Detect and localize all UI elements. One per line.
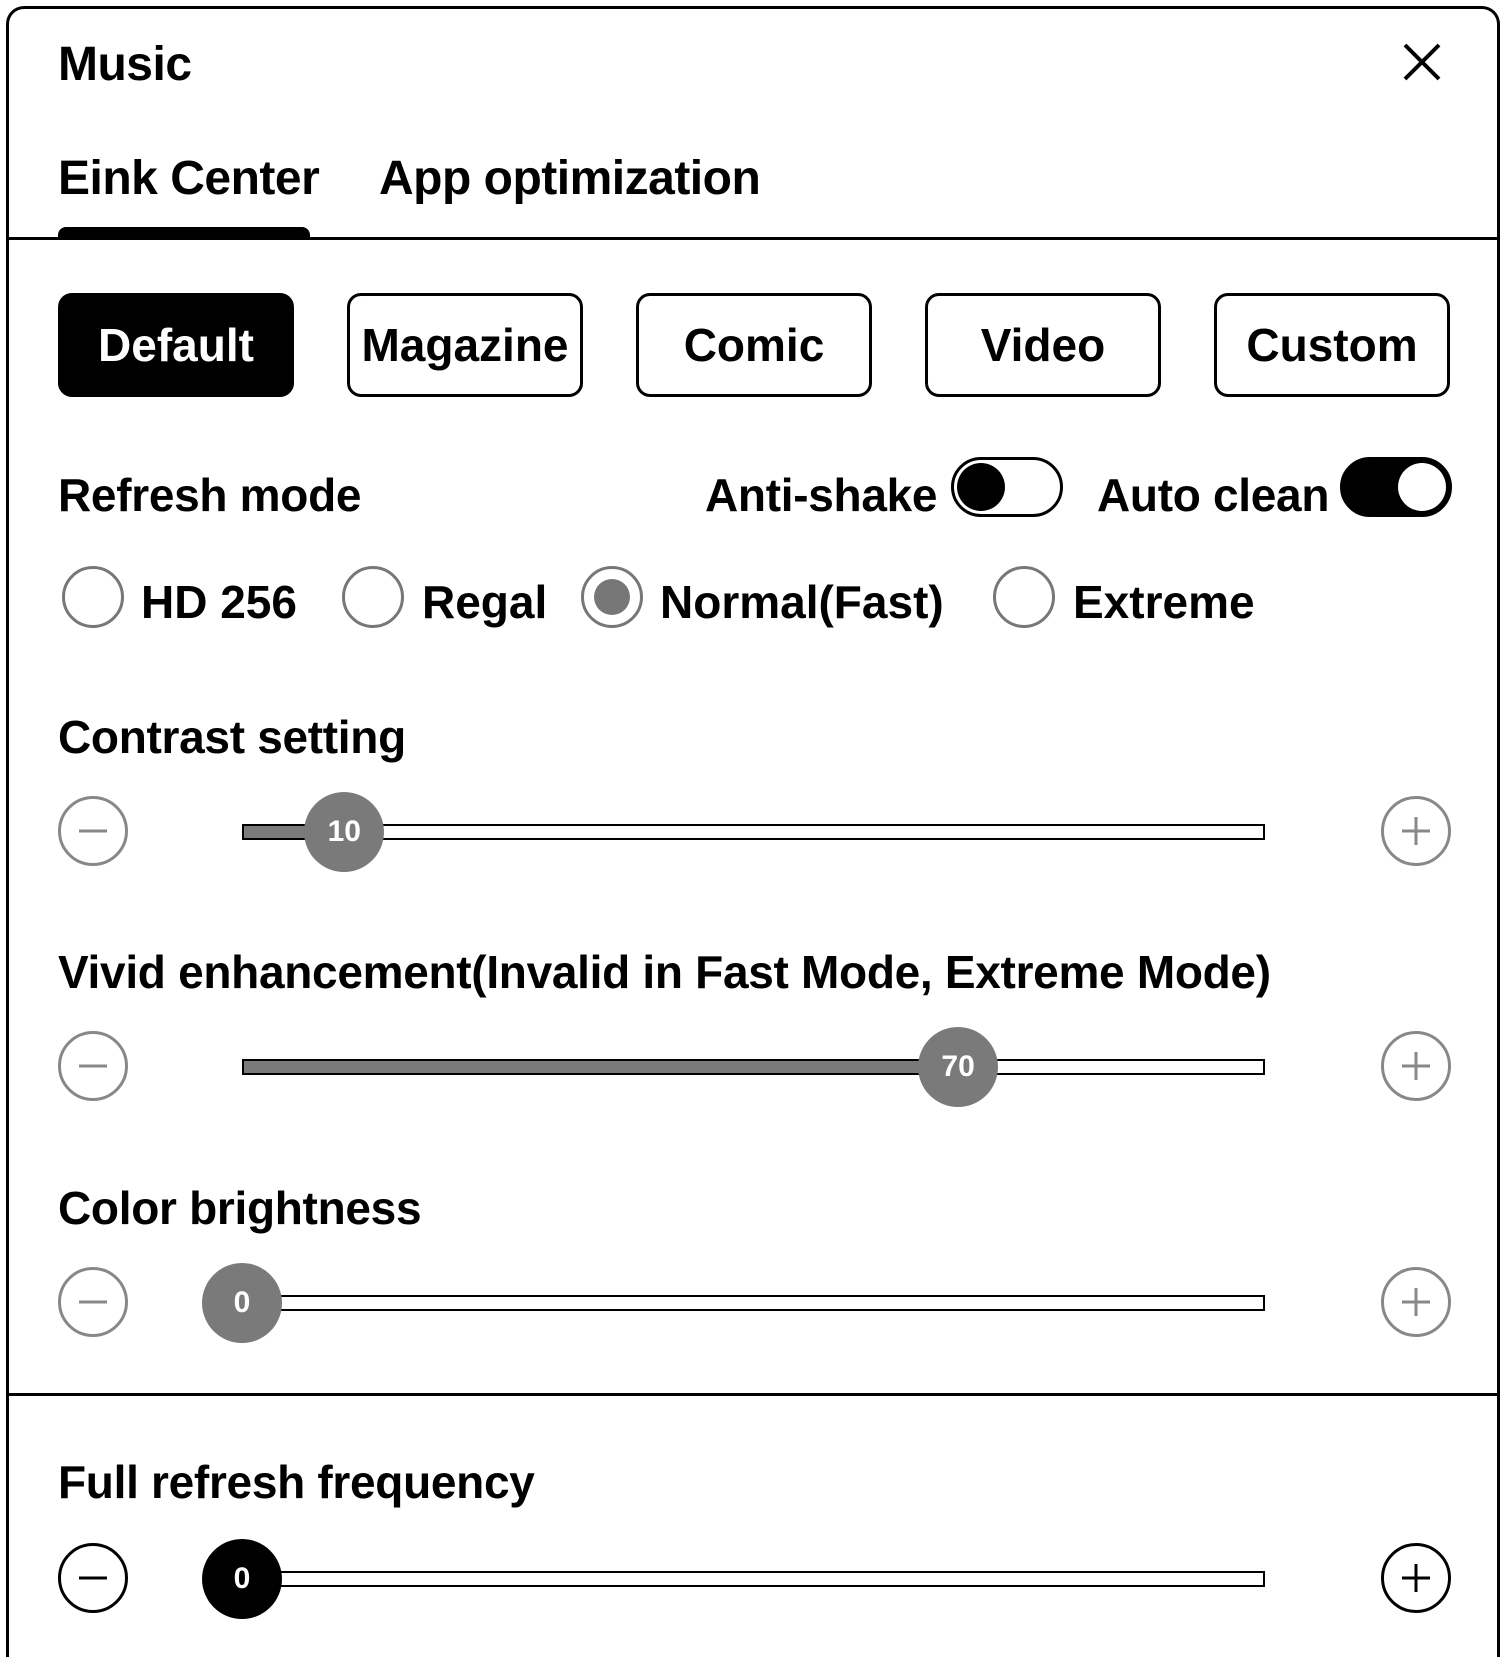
close-icon <box>1403 43 1441 81</box>
radio-regal[interactable] <box>342 566 404 628</box>
contrast-setting-label: Contrast setting <box>58 711 406 763</box>
preset-video-button[interactable]: Video <box>925 293 1161 397</box>
eink-settings-dialog: Music Eink Center App optimization Defau… <box>6 6 1500 1657</box>
plus-icon <box>1402 1052 1430 1080</box>
color-brightness-label: Color brightness <box>58 1182 422 1234</box>
preset-default-button[interactable]: Default <box>58 293 294 397</box>
preset-magazine-button[interactable]: Magazine <box>347 293 583 397</box>
section-divider <box>9 1393 1497 1396</box>
vivid-increase-button[interactable] <box>1381 1031 1451 1101</box>
contrast-increase-button[interactable] <box>1381 796 1451 866</box>
brightness-slider-track[interactable] <box>242 1295 1265 1311</box>
minus-icon <box>79 829 107 833</box>
tab-app-optimization[interactable]: App optimization <box>379 151 761 206</box>
auto-clean-label: Auto clean <box>1097 469 1330 521</box>
contrast-slider-thumb[interactable]: 10 <box>304 792 385 872</box>
radio-hd256[interactable] <box>62 566 124 628</box>
vivid-slider-track[interactable] <box>242 1059 1265 1075</box>
vivid-enhancement-label: Vivid enhancement(Invalid in Fast Mode, … <box>58 946 1271 998</box>
minus-icon <box>79 1064 107 1068</box>
preset-custom-button[interactable]: Custom <box>1214 293 1450 397</box>
brightness-increase-button[interactable] <box>1381 1267 1451 1337</box>
vivid-slider-fill <box>244 1061 961 1073</box>
anti-shake-toggle[interactable] <box>951 457 1063 517</box>
radio-extreme[interactable] <box>993 566 1055 628</box>
preset-comic-button[interactable]: Comic <box>636 293 872 397</box>
auto-clean-toggle[interactable] <box>1340 457 1452 517</box>
radio-normal-fast-label: Normal(Fast) <box>660 576 944 628</box>
full-refresh-slider-track[interactable] <box>242 1571 1265 1587</box>
plus-icon <box>1402 1564 1430 1592</box>
full-refresh-decrease-button[interactable] <box>58 1543 128 1613</box>
plus-icon <box>1402 817 1430 845</box>
anti-shake-label: Anti-shake <box>705 469 938 521</box>
full-refresh-frequency-label: Full refresh frequency <box>58 1456 535 1508</box>
brightness-decrease-button[interactable] <box>58 1267 128 1337</box>
dialog-title: Music <box>58 38 192 91</box>
minus-icon <box>79 1300 107 1304</box>
radio-normal-fast[interactable] <box>581 566 643 628</box>
tab-eink-center[interactable]: Eink Center <box>58 151 320 206</box>
close-button[interactable] <box>1397 37 1447 87</box>
minus-icon <box>79 1576 107 1580</box>
vivid-decrease-button[interactable] <box>58 1031 128 1101</box>
tab-divider <box>9 237 1497 240</box>
full-refresh-increase-button[interactable] <box>1381 1543 1451 1613</box>
radio-hd256-label: HD 256 <box>141 576 297 628</box>
radio-regal-label: Regal <box>422 576 548 628</box>
plus-icon <box>1402 1288 1430 1316</box>
toggle-knob <box>957 463 1005 511</box>
contrast-decrease-button[interactable] <box>58 796 128 866</box>
toggle-knob <box>1398 463 1446 511</box>
radio-extreme-label: Extreme <box>1073 576 1255 628</box>
contrast-slider-track[interactable] <box>242 824 1265 840</box>
brightness-slider-thumb[interactable]: 0 <box>202 1263 282 1343</box>
refresh-mode-label: Refresh mode <box>58 469 362 521</box>
vivid-slider-thumb[interactable]: 70 <box>918 1027 999 1107</box>
full-refresh-slider-thumb[interactable]: 0 <box>202 1539 282 1619</box>
